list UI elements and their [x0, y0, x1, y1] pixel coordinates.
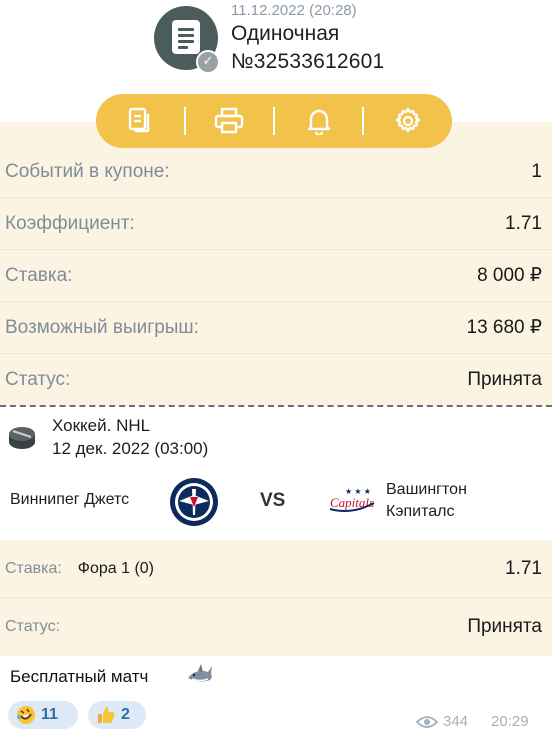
bell-icon [307, 109, 330, 135]
bet-market: Фора 1 (0) [77, 559, 154, 577]
bet-type-title: Одиночная [231, 22, 340, 45]
coupon-summary: Событий в купоне: 1 Коэффициент: 1.71 Ст… [0, 122, 552, 406]
reaction-count: 11 [41, 706, 58, 723]
print-icon [215, 107, 244, 134]
summary-label: Возможный выигрыш: [5, 316, 199, 338]
message-time: 20:29 [491, 713, 529, 730]
toolbar-divider [362, 107, 365, 135]
print-button[interactable] [209, 101, 249, 141]
team-home-name: Виннипег Джетс [10, 491, 130, 508]
bet-status-value: Принята [467, 616, 542, 637]
copy-icon [128, 107, 150, 133]
capitals-logo-text: Capitals [330, 495, 374, 510]
reaction-count: 2 [121, 706, 130, 723]
summary-value: 1 [531, 160, 542, 182]
settings-button[interactable] [388, 101, 428, 141]
toolbar-divider [183, 107, 186, 135]
coupon-number: №32533612601 [231, 50, 385, 73]
svg-text:★ ★ ★: ★ ★ ★ [345, 487, 371, 496]
notify-button[interactable] [299, 101, 339, 141]
summary-row-events: Событий в купоне: 1 [0, 146, 552, 198]
shark-emoji-icon [188, 664, 212, 682]
versus-label: VS [260, 490, 286, 511]
summary-value: 8 000 ₽ [477, 265, 542, 286]
summary-label: Событий в купоне: [5, 160, 170, 182]
hockey-puck-icon [9, 427, 35, 449]
summary-value: Принята [467, 369, 542, 390]
copy-button[interactable] [120, 101, 160, 141]
summary-label: Ставка: [5, 264, 73, 286]
message-text: Бесплатный матч [10, 667, 149, 686]
event-datetime: 12 дек. 2022 (03:00) [52, 439, 209, 458]
summary-row-status: Статус: Принята [0, 354, 552, 406]
rofl-emoji-icon [17, 706, 35, 724]
check-icon: ✓ [196, 50, 220, 74]
summary-row-stake: Ставка: 8 000 ₽ [0, 250, 552, 302]
summary-value: 1.71 [505, 212, 542, 234]
gear-icon [395, 107, 421, 133]
reaction-thumbs-up[interactable]: 2 [88, 701, 146, 729]
thumbs-up-emoji-icon [98, 707, 115, 723]
team-away-name-line2: Кэпиталс [386, 503, 455, 520]
jets-logo-icon [170, 478, 218, 526]
event-league: Хоккей. NHL [52, 416, 151, 435]
toolbar-divider [272, 107, 275, 135]
bet-stake-label: Ставка: [5, 559, 62, 577]
summary-row-payout: Возможный выигрыш: 13 680 ₽ [0, 302, 552, 354]
bet-status-row: Статус: Принята [0, 598, 552, 656]
bet-status-label: Статус: [5, 618, 61, 635]
bet-odds: 1.71 [505, 557, 542, 579]
view-count: 344 [443, 713, 469, 730]
view-counter: 344 [416, 713, 468, 730]
bet-details: Ставка: Фора 1 (0) 1.71 Статус: Принята [0, 540, 552, 656]
summary-row-odds: Коэффициент: 1.71 [0, 198, 552, 250]
coupon-toolbar [96, 94, 452, 148]
bet-stake-row: Ставка: Фора 1 (0) 1.71 [0, 540, 552, 598]
reaction-rofl[interactable]: 11 [8, 701, 78, 729]
summary-label: Коэффициент: [5, 212, 135, 234]
event-card: Хоккей. NHL 12 дек. 2022 (03:00) Виннипе… [0, 407, 552, 540]
eye-icon [416, 715, 438, 728]
team-away-name-line1: Вашингтон [386, 481, 467, 498]
summary-label: Статус: [5, 369, 71, 390]
summary-value: 13 680 ₽ [466, 317, 542, 338]
capitals-logo-icon: Capitals ★ ★ ★ [329, 487, 375, 512]
coupon-date: 11.12.2022 (20:28) [231, 2, 357, 19]
